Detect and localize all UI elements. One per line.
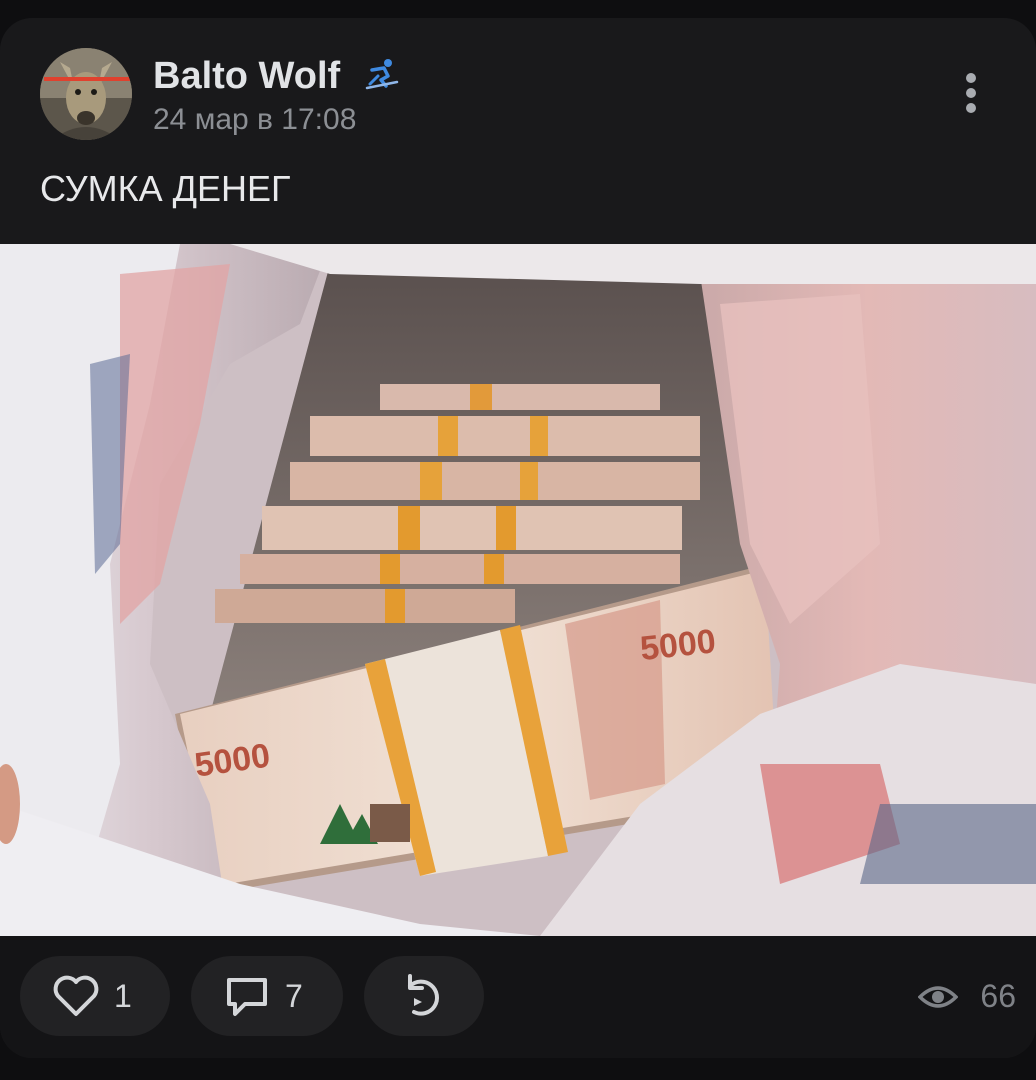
svg-text:5000: 5000 — [638, 622, 717, 668]
heart-outline-icon — [53, 975, 99, 1016]
eye-icon — [918, 985, 959, 1008]
views-counter: 66 — [918, 978, 1016, 1015]
skier-icon — [365, 59, 399, 90]
post-header: Balto Wolf 24 мар в 17:08 СУМКА ДЕНЕГ — [0, 18, 1036, 244]
like-count: 1 — [114, 977, 132, 1014]
author-name[interactable]: Balto Wolf — [153, 54, 340, 98]
share-arrow-icon — [408, 974, 439, 1016]
post-photo[interactable]: 5000 5000 — [0, 244, 1036, 936]
post-text: СУМКА ДЕНЕГ — [40, 168, 291, 209]
avatar-image — [40, 48, 132, 140]
more-vertical-icon[interactable] — [956, 70, 986, 120]
views-count: 66 — [980, 978, 1016, 1014]
comment-count: 7 — [285, 977, 303, 1014]
author-avatar[interactable] — [40, 48, 132, 140]
comment-bubble-icon — [227, 978, 267, 1016]
post-date[interactable]: 24 мар в 17:08 — [153, 102, 356, 138]
post-card: Balto Wolf 24 мар в 17:08 СУМКА ДЕНЕГ 50… — [0, 18, 1036, 1058]
post-actions: 1 7 66 — [0, 936, 1036, 1058]
like-button[interactable]: 1 — [20, 956, 170, 1036]
share-button[interactable] — [364, 956, 484, 1036]
comment-button[interactable]: 7 — [191, 956, 343, 1036]
